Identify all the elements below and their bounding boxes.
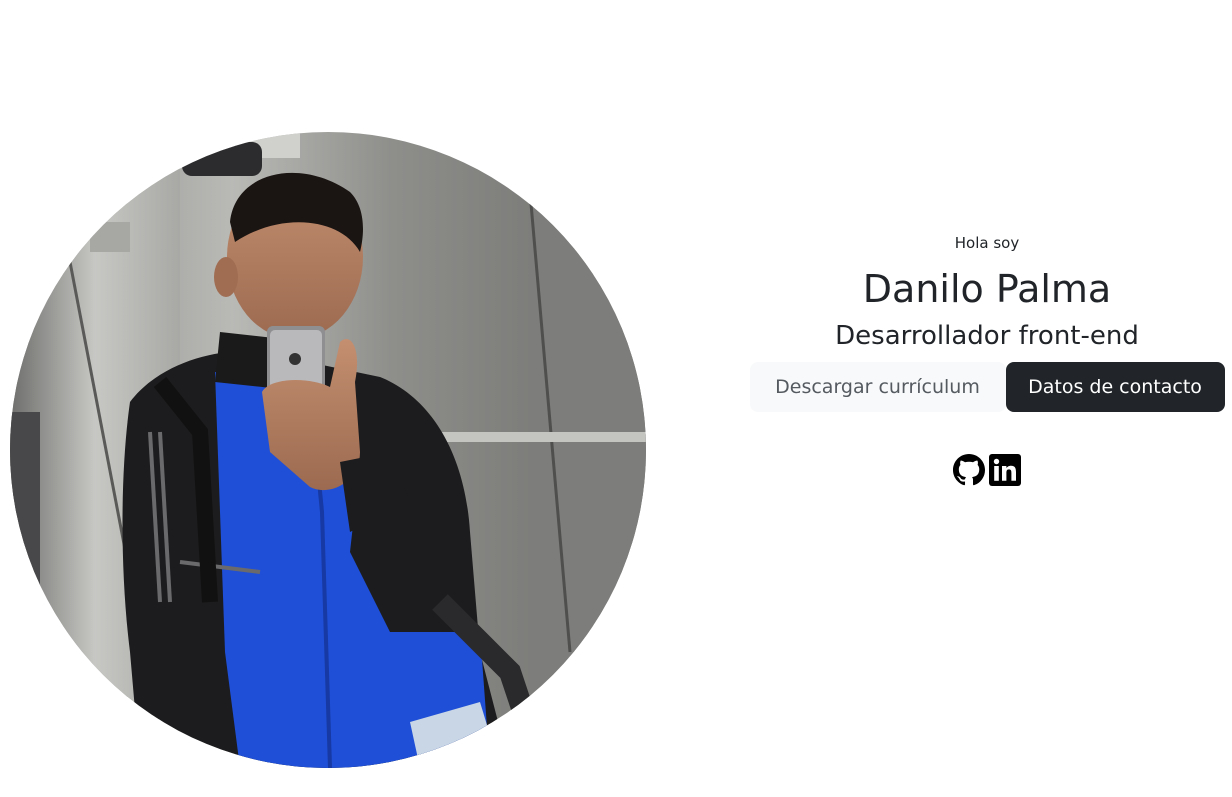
linkedin-icon[interactable] xyxy=(989,454,1021,486)
download-resume-button[interactable]: Descargar currículum xyxy=(749,362,1006,412)
greeting-text: Hola soy xyxy=(954,234,1020,252)
developer-name: Danilo Palma xyxy=(862,267,1112,311)
developer-role: Desarrollador front-end xyxy=(835,321,1139,351)
social-links xyxy=(748,454,1226,486)
profile-photo xyxy=(10,132,646,768)
github-icon[interactable] xyxy=(953,454,985,486)
action-buttons: Descargar currículum Datos de contacto xyxy=(748,362,1226,412)
intro-block: Hola soy Danilo Palma Desarrollador fron… xyxy=(748,228,1226,486)
hero-section: Hola soy Danilo Palma Desarrollador fron… xyxy=(0,0,1232,797)
contact-info-button[interactable]: Datos de contacto xyxy=(1005,362,1225,412)
